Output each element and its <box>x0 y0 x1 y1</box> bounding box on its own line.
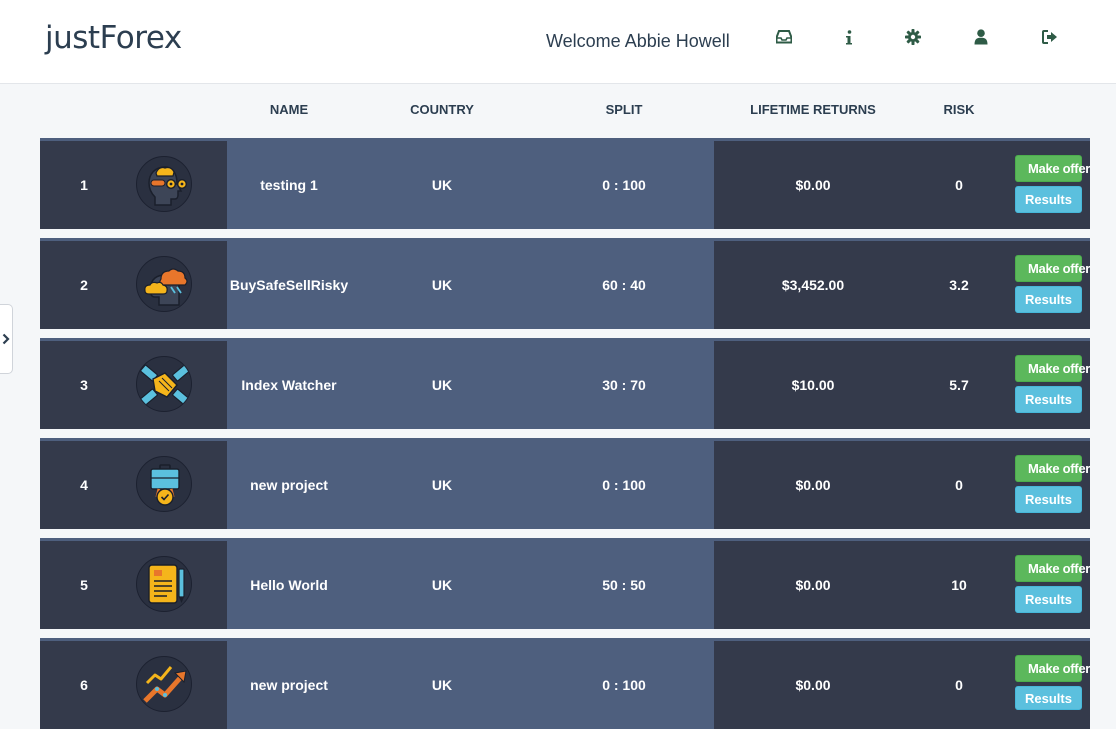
welcome-text: Welcome Abbie Howell <box>546 31 730 51</box>
row-split: 60 : 40 <box>602 277 646 293</box>
inbox-icon[interactable] <box>773 26 795 48</box>
trend-arrow-icon <box>136 656 192 712</box>
results-button[interactable]: Results <box>1015 386 1082 413</box>
logout-icon[interactable] <box>1039 26 1061 48</box>
row-risk: 0 <box>955 477 963 493</box>
row-lifetime-returns: $0.00 <box>795 177 831 193</box>
results-button[interactable]: Results <box>1015 286 1082 313</box>
table-row[interactable]: 2 BuySafeSellRisky UK 60 : 40 $3,452.00 … <box>40 238 1090 329</box>
app-logo[interactable]: justForex <box>45 20 182 56</box>
make-offer-button[interactable]: Make offer <box>1015 555 1090 582</box>
row-number: 6 <box>80 677 88 693</box>
gear-icon[interactable] <box>902 26 924 48</box>
row-split: 0 : 100 <box>602 177 646 193</box>
briefcase-badge-icon <box>136 456 192 512</box>
table-row[interactable]: 6 new project UK 0 : 100 $0.00 0 Make of… <box>40 638 1090 729</box>
row-number: 2 <box>80 277 88 293</box>
row-risk: 3.2 <box>949 277 969 293</box>
row-lifetime-returns: $10.00 <box>791 377 835 393</box>
robot-head-icon <box>136 156 192 212</box>
row-name: Hello World <box>250 577 328 593</box>
row-lifetime-returns: $0.00 <box>795 477 831 493</box>
row-lifetime-returns: $0.00 <box>795 577 831 593</box>
table-row[interactable]: 4 new project UK 0 : 100 $0.00 0 Make of… <box>40 438 1090 529</box>
top-header: justForex Welcome Abbie Howell <box>0 0 1116 84</box>
table-row[interactable]: 1 testing 1 UK 0 : 100 $0.00 0 Make offe… <box>40 138 1090 229</box>
row-split: 0 : 100 <box>602 477 646 493</box>
row-country: UK <box>431 177 453 193</box>
make-offer-button[interactable]: Make offer <box>1015 355 1090 382</box>
column-header-split[interactable]: SPLIT <box>606 102 643 117</box>
column-header-country[interactable]: COUNTRY <box>410 102 474 117</box>
user-icon[interactable] <box>970 26 992 48</box>
table-row[interactable]: 3 Index Watcher UK 30 : 70 $10.00 5.7 Ma… <box>40 338 1090 429</box>
row-name: BuySafeSellRisky <box>229 277 349 293</box>
row-number: 5 <box>80 577 88 593</box>
column-header-lifetime-returns[interactable]: LIFETIME RETURNS <box>750 102 876 117</box>
row-split: 50 : 50 <box>602 577 646 593</box>
make-offer-button[interactable]: Make offer <box>1015 655 1090 682</box>
row-number: 1 <box>80 177 88 193</box>
results-button[interactable]: Results <box>1015 486 1082 513</box>
row-name: Index Watcher <box>241 377 337 393</box>
results-button[interactable]: Results <box>1015 586 1082 613</box>
row-name: testing 1 <box>260 177 318 193</box>
table-row[interactable]: 5 Hello World UK 50 : 50 $0.00 10 Make o… <box>40 538 1090 629</box>
row-risk: 5.7 <box>949 377 969 393</box>
make-offer-button[interactable]: Make offer <box>1015 455 1090 482</box>
row-risk: 0 <box>955 177 963 193</box>
row-country: UK <box>431 277 453 293</box>
row-name: new project <box>250 477 328 493</box>
row-country: UK <box>431 377 453 393</box>
row-number: 4 <box>80 477 88 493</box>
row-number: 3 <box>80 377 88 393</box>
row-split: 30 : 70 <box>602 377 646 393</box>
row-split: 0 : 100 <box>602 677 646 693</box>
row-risk: 0 <box>955 677 963 693</box>
column-header-risk[interactable]: RISK <box>943 102 974 117</box>
row-name: new project <box>250 677 328 693</box>
handshake-icon <box>136 356 192 412</box>
info-icon[interactable] <box>838 26 860 48</box>
row-country: UK <box>431 677 453 693</box>
cloud-head-icon <box>136 256 192 312</box>
row-lifetime-returns: $0.00 <box>795 677 831 693</box>
row-risk: 10 <box>951 577 967 593</box>
make-offer-button[interactable]: Make offer <box>1015 155 1090 182</box>
results-button[interactable]: Results <box>1015 686 1082 710</box>
sidebar-toggle[interactable] <box>0 304 13 374</box>
row-country: UK <box>431 577 453 593</box>
chevron-right-icon <box>2 333 10 345</box>
make-offer-button[interactable]: Make offer <box>1015 255 1090 282</box>
results-button[interactable]: Results <box>1015 186 1082 213</box>
document-pen-icon <box>136 556 192 612</box>
column-header-name[interactable]: NAME <box>270 102 308 117</box>
row-country: UK <box>431 477 453 493</box>
row-lifetime-returns: $3,452.00 <box>781 277 845 293</box>
